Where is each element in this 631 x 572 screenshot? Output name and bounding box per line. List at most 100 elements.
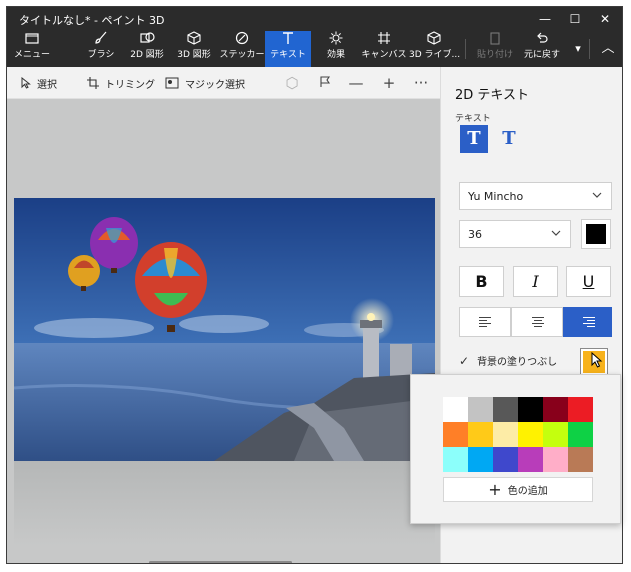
color-swatch[interactable] (443, 447, 468, 472)
ribbon-more-dropdown[interactable]: ▾ (569, 31, 587, 67)
color-swatch[interactable] (493, 447, 518, 472)
text-icon (265, 31, 311, 49)
color-swatch[interactable] (568, 397, 593, 422)
maximize-button[interactable]: ☐ (560, 7, 590, 31)
close-button[interactable]: ✕ (590, 7, 620, 31)
select-tool-button[interactable]: 選択 (21, 75, 57, 91)
align-right-button[interactable] (563, 307, 612, 337)
ribbon-2d-shapes-button[interactable]: 2D 図形 (124, 31, 170, 67)
add-color-label: 色の追加 (507, 486, 548, 497)
chevron-down-icon (550, 227, 562, 242)
panel-title: 2D テキスト (455, 88, 530, 103)
bold-button[interactable]: B (459, 266, 504, 297)
canvas-icon (359, 31, 409, 49)
text-section-label: テキスト (455, 114, 491, 124)
align-right-icon (583, 317, 595, 329)
color-picker-popup: + 色の追加 (410, 374, 621, 524)
color-swatch[interactable] (468, 447, 493, 472)
cursor-icon (21, 77, 31, 89)
color-swatch[interactable] (518, 397, 543, 422)
zoom-out-button[interactable]: — (347, 74, 365, 92)
flag-icon[interactable] (316, 74, 334, 92)
collapse-ribbon-button[interactable]: ︿ (595, 31, 621, 67)
color-swatch[interactable] (468, 397, 493, 422)
checkmark-icon: ✓ (459, 353, 470, 368)
window-title: タイトルなし* - ペイント 3D (19, 14, 165, 27)
font-size-dropdown[interactable]: 36 (459, 220, 571, 248)
ribbon-divider (465, 39, 466, 59)
add-color-button[interactable]: + 色の追加 (443, 477, 593, 502)
2d-shapes-icon (124, 31, 170, 49)
color-swatch[interactable] (543, 397, 568, 422)
chevron-down-icon (591, 189, 603, 204)
magic-select-icon (165, 77, 179, 89)
magic-select-label: マジック選択 (185, 79, 245, 91)
color-swatch[interactable] (468, 422, 493, 447)
underline-button[interactable]: U (566, 266, 611, 297)
font-family-value: Yu Mincho (468, 190, 524, 203)
2d-text-type-button[interactable]: T (460, 125, 488, 153)
photo-hot-air-balloons-lighthouse (14, 198, 435, 461)
font-family-dropdown[interactable]: Yu Mincho (459, 182, 612, 210)
color-swatch[interactable] (543, 422, 568, 447)
canvas-image[interactable] (14, 198, 435, 461)
horizontal-scrollbar[interactable] (149, 561, 292, 563)
color-swatch[interactable] (443, 422, 468, 447)
ribbon-3d-shapes-button[interactable]: 3D 図形 (171, 31, 217, 67)
minimize-button[interactable]: — (530, 7, 560, 31)
color-swatch[interactable] (443, 397, 468, 422)
crop-tool-button[interactable]: トリミング (87, 75, 155, 91)
background-fill-label: 背景の塗りつぶし (477, 357, 558, 368)
ribbon: メニュー ブラシ 2D 図形 3D 図形 ステッカー テキスト 効果 キャンバス… (7, 31, 622, 67)
sticker-icon (217, 31, 267, 49)
ribbon-canvas-button[interactable]: キャンバス (359, 31, 409, 67)
brush-icon (78, 31, 124, 49)
ribbon-3d-library-button[interactable]: 3D ライブ... (409, 31, 460, 67)
color-swatch[interactable] (543, 447, 568, 472)
title-bar: タイトルなし* - ペイント 3D — ☐ ✕ (7, 7, 622, 31)
color-palette (443, 397, 593, 472)
canvas-area[interactable] (7, 99, 440, 563)
effects-icon (313, 31, 359, 49)
align-center-button[interactable] (511, 307, 563, 337)
color-swatch[interactable] (518, 447, 543, 472)
canvas-toolbar: 選択 トリミング マジック選択 ⬡ — + ··· (7, 67, 440, 99)
font-size-value: 36 (468, 228, 482, 241)
align-center-icon (532, 317, 544, 329)
plus-icon: + (488, 479, 502, 499)
ribbon-divider (589, 39, 590, 59)
select-tool-label: 選択 (37, 79, 57, 91)
color-swatch[interactable] (493, 397, 518, 422)
ribbon-brush-button[interactable]: ブラシ (78, 31, 124, 67)
color-swatch[interactable] (568, 447, 593, 472)
color-swatch[interactable] (493, 422, 518, 447)
ribbon-text-button[interactable]: テキスト (265, 31, 311, 67)
paste-icon (473, 31, 517, 49)
view-3d-icon[interactable]: ⬡ (283, 74, 301, 92)
crop-icon (87, 77, 99, 89)
italic-button[interactable]: I (513, 266, 558, 297)
3d-library-icon (409, 31, 459, 49)
color-swatch[interactable] (568, 422, 593, 447)
align-left-icon (479, 317, 491, 329)
ribbon-effects-button[interactable]: 効果 (313, 31, 359, 67)
text-color-swatch (586, 224, 606, 244)
ribbon-paste-button[interactable]: 貼り付け (473, 31, 517, 67)
background-fill-checkbox[interactable]: ✓ 背景の塗りつぶし (459, 353, 558, 369)
text-color-button[interactable] (581, 219, 611, 249)
crop-tool-label: トリミング (105, 79, 155, 91)
magic-select-button[interactable]: マジック選択 (165, 75, 245, 91)
zoom-in-button[interactable]: + (380, 74, 398, 92)
undo-icon (519, 31, 565, 49)
ribbon-undo-button[interactable]: 元に戻す (519, 31, 565, 67)
ribbon-menu-button[interactable]: メニュー (9, 31, 55, 67)
folder-icon (9, 31, 55, 49)
3d-shapes-icon (171, 31, 217, 49)
mouse-pointer-icon (591, 352, 603, 368)
ribbon-sticker-button[interactable]: ステッカー (217, 31, 267, 67)
3d-text-type-button[interactable]: T (495, 125, 523, 153)
align-left-button[interactable] (459, 307, 511, 337)
color-swatch[interactable] (518, 422, 543, 447)
canvas-shadow (14, 461, 435, 546)
more-options-button[interactable]: ··· (412, 74, 430, 92)
